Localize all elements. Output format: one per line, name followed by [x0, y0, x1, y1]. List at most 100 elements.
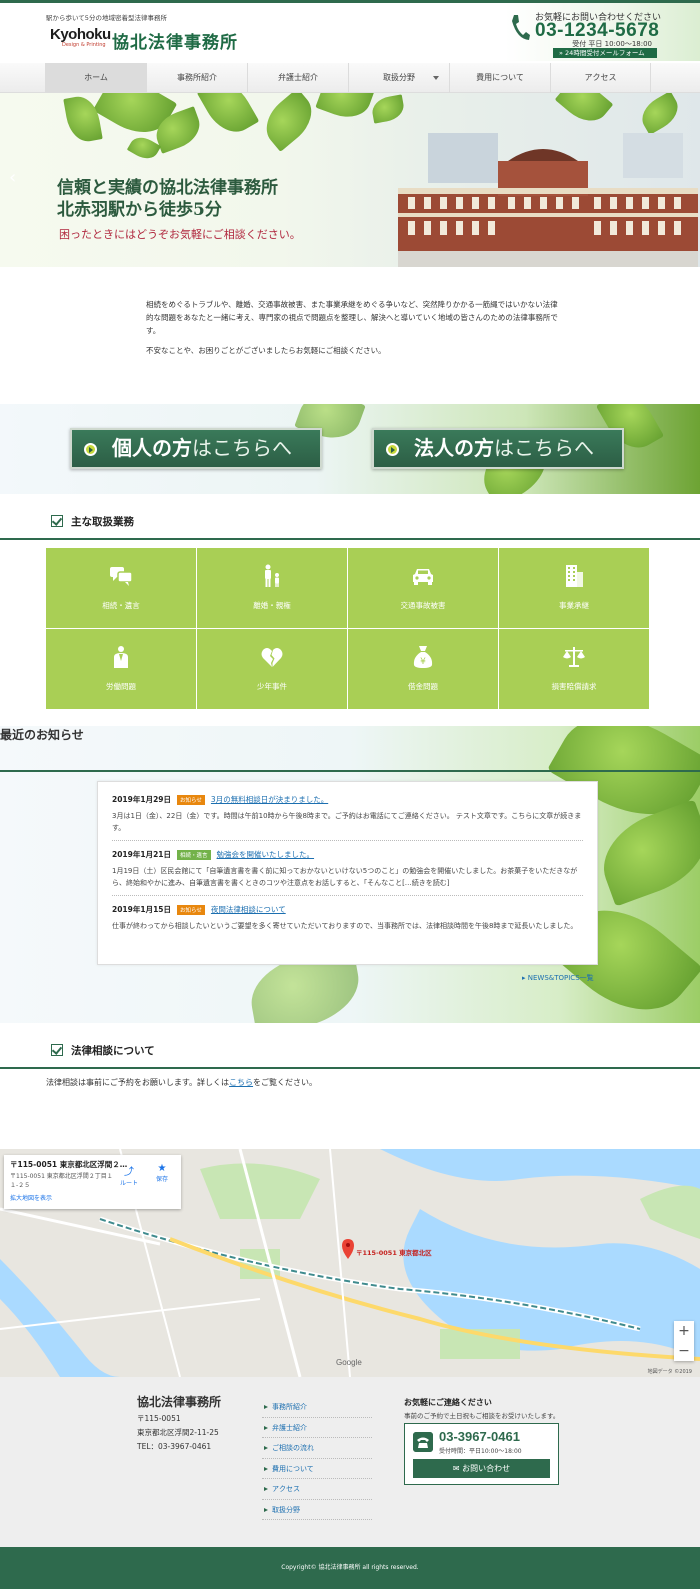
consult-section-header: 法律相談について	[0, 1023, 700, 1069]
individual-cta-button[interactable]: 個人の方はこちらへ	[70, 428, 322, 469]
map-pin-label: 〒115-0051 東京都北区	[356, 1249, 432, 1257]
service-label: 少年事件	[257, 682, 287, 691]
consult-text-before: 法律相談は事前にご予約をお願いします。詳しくは	[46, 1078, 230, 1087]
footer-contact-sub: 事前のご予約で土日祝もご相談をお受けいたします。	[404, 1412, 560, 1420]
map-pin-icon	[342, 1239, 354, 1259]
service-business-succession[interactable]: 事業承継	[499, 548, 649, 628]
service-traffic-accident[interactable]: 交通事故被害	[348, 548, 498, 628]
consult-title: 法律相談について	[71, 1045, 155, 1057]
news-item: 2019年1月29日 お知らせ 3月の無料相談日が決まりました。 3月は1日（金…	[112, 794, 583, 841]
header-contact: お気軽にお問い合わせください 03-1234-5678 受付 平日 10:00～…	[505, 3, 700, 61]
news-title-link[interactable]: 3月の無料相談日が決まりました。	[211, 794, 328, 805]
hero-line1: 信頼と実績の協北法律事務所	[57, 178, 278, 198]
footer-link-office[interactable]: 事務所紹介	[262, 1397, 372, 1418]
site-header: 駅から歩いて5分の地域密着型法律事務所 Kyohoku Design & Pri…	[0, 3, 700, 63]
intro-text: 相続をめぐるトラブルや、離婚、交通事故被害、また事業承継をめぐる争いなど、突然降…	[0, 267, 560, 404]
news-title-link[interactable]: 勉強会を開催いたしました。	[217, 849, 315, 860]
service-damages[interactable]: 損害賠償請求	[499, 629, 649, 709]
header-tagline: 駅から歩いて5分の地域密着型法律事務所	[46, 14, 167, 22]
leaf-decoration	[256, 93, 322, 152]
leaf-decoration	[196, 93, 260, 142]
corporate-cta-button[interactable]: 法人の方はこちらへ	[372, 428, 624, 469]
money-bag-icon: ¥	[413, 646, 433, 668]
consult-details-link[interactable]: こちら	[229, 1078, 253, 1087]
service-juvenile[interactable]: 少年事件	[197, 629, 347, 709]
services-title: 主な取扱業務	[71, 516, 134, 528]
footer-link-flow[interactable]: ご相談の流れ	[262, 1438, 372, 1459]
footer-contact-box: 03-3967-0461 受付時間：平日10:00～18:00 ✉ お問い合わせ	[404, 1423, 559, 1485]
footer-postal: 〒115-0051	[137, 1414, 181, 1423]
consult-text: 法律相談は事前にご予約をお願いします。詳しくはこちらをご覧ください。	[0, 1069, 700, 1149]
arrow-circle-icon	[386, 443, 399, 456]
news-title-link[interactable]: 夜間法律相談について	[211, 904, 286, 915]
site-footer: 協北法律事務所 〒115-0051 東京都北区浮間2-11-25 TEL：03-…	[0, 1377, 700, 1547]
news-body: 1月19日（土）区民会館にて「自筆遺言書を書く前に知っておかないといけない5つの…	[112, 867, 578, 887]
nav-office[interactable]: 事務所紹介	[146, 63, 247, 93]
map-zoom-control: + −	[674, 1321, 694, 1361]
checkbox-icon	[51, 515, 63, 527]
hero-line2: 北赤羽駅から徒歩5分	[57, 200, 222, 220]
building-icon	[566, 565, 583, 587]
mail-form-label: 24時間受付メールフォーム	[565, 49, 645, 57]
logo[interactable]: Kyohoku Design & Printing	[50, 27, 111, 48]
worker-icon	[114, 646, 128, 668]
news-all-link[interactable]: ▸ NEWS&TOPICS一覧	[522, 973, 594, 983]
logo-text: Kyohoku	[50, 26, 111, 43]
news-section-header: 最近のお知らせ	[0, 726, 700, 772]
leaf-decoration	[315, 93, 375, 125]
nav-home[interactable]: ホーム	[45, 63, 146, 93]
news-date: 2019年1月29日	[112, 795, 172, 804]
speech-bubbles-icon	[110, 567, 133, 586]
hero-subheading: 困ったときにはどうぞお気軽にご相談ください。	[59, 228, 301, 241]
services-grid: 相続・遺言 離婚・親権 交通事故被害 事業承継 労働問題 少年事件 ¥ 借金問題…	[46, 548, 650, 709]
chevron-down-icon	[433, 76, 439, 80]
news-meta: 2019年1月21日 相続・遺言 勉強会を開催いたしました。	[112, 849, 583, 860]
footer-link-lawyers[interactable]: 弁護士紹介	[262, 1418, 372, 1438]
nav-access[interactable]: アクセス	[550, 63, 651, 93]
nav-practice-areas[interactable]: 取扱分野	[348, 63, 449, 93]
site-title[interactable]: 協北法律事務所	[112, 28, 238, 53]
news-list: 2019年1月29日 お知らせ 3月の無料相談日が決まりました。 3月は1日（金…	[97, 781, 598, 965]
footer-links: 事務所紹介 弁護士紹介 ご相談の流れ 費用について アクセス 取扱分野	[262, 1397, 372, 1520]
map-route-button[interactable]: ⤴ ルート	[120, 1163, 138, 1187]
footer-link-practice[interactable]: 取扱分野	[262, 1500, 372, 1520]
news-body: 仕事が終わってから相談したいというご要望を多く寄せていただいておりますので、当事…	[112, 922, 578, 930]
nav-fees[interactable]: 費用について	[449, 63, 550, 93]
news-item: 2019年1月21日 相続・遺言 勉強会を開催いたしました。 1月19日（土）区…	[112, 849, 583, 896]
slider-prev-arrow[interactable]: ‹	[9, 167, 16, 188]
contact-button[interactable]: ✉ お問い合わせ	[413, 1459, 550, 1478]
individual-cta-bold: 個人の方	[112, 436, 192, 460]
service-label: 交通事故被害	[400, 601, 446, 610]
footer-link-access[interactable]: アクセス	[262, 1479, 372, 1500]
service-label: 損害賠償請求	[551, 682, 597, 691]
footer-phone-number[interactable]: 03-3967-0461	[439, 1429, 520, 1444]
scales-icon	[563, 647, 585, 667]
map-enlarge-link[interactable]: 拡大地図を表示	[10, 1193, 175, 1202]
leaf-decoration	[370, 94, 406, 124]
map-credit: 地図データ ©2019	[647, 1369, 692, 1375]
news-date: 2019年1月21日	[112, 850, 172, 859]
star-icon: ★	[157, 1163, 167, 1174]
hero-slider: ‹ 信頼と実績の協北法律事務所 北赤羽駅から徒歩5分 困ったときにはどうぞお気軽…	[0, 93, 700, 267]
service-labor[interactable]: 労働問題	[46, 629, 196, 709]
map-save-button[interactable]: ★ 保存	[156, 1163, 168, 1183]
google-map[interactable]: 〒115-0051 東京都北区 〒115-0051 東京都北区浮間２… 〒115…	[0, 1149, 700, 1377]
news-item: 2019年1月15日 お知らせ 夜間法律相談について 仕事が終わってから相談した…	[112, 904, 583, 938]
news-body: 3月は1日（金）、22日（金）です。時間は午前10時から午後8時まで。ご予約はお…	[112, 812, 582, 832]
nav-lawyers[interactable]: 弁護士紹介	[247, 63, 348, 93]
global-nav: ホーム 事務所紹介 弁護士紹介 取扱分野 費用について アクセス	[0, 63, 700, 93]
zoom-in-button[interactable]: +	[674, 1321, 694, 1341]
service-divorce[interactable]: 離婚・親権	[197, 548, 347, 628]
arrow-circle-icon	[84, 443, 97, 456]
service-label: 離婚・親権	[253, 601, 291, 610]
service-label: 借金問題	[408, 682, 438, 691]
zoom-out-button[interactable]: −	[674, 1341, 694, 1361]
leaf-decoration	[554, 93, 614, 131]
service-inheritance[interactable]: 相続・遺言	[46, 548, 196, 628]
news-all-label: NEWS&TOPICS一覧	[527, 974, 594, 982]
consult-text-after: をご覧ください。	[253, 1078, 318, 1087]
service-debt[interactable]: ¥ 借金問題	[348, 629, 498, 709]
news-title: 最近のお知らせ	[0, 728, 84, 742]
mail-form-button[interactable]: » 24時間受付メールフォーム	[553, 48, 657, 58]
footer-link-fees[interactable]: 費用について	[262, 1459, 372, 1479]
